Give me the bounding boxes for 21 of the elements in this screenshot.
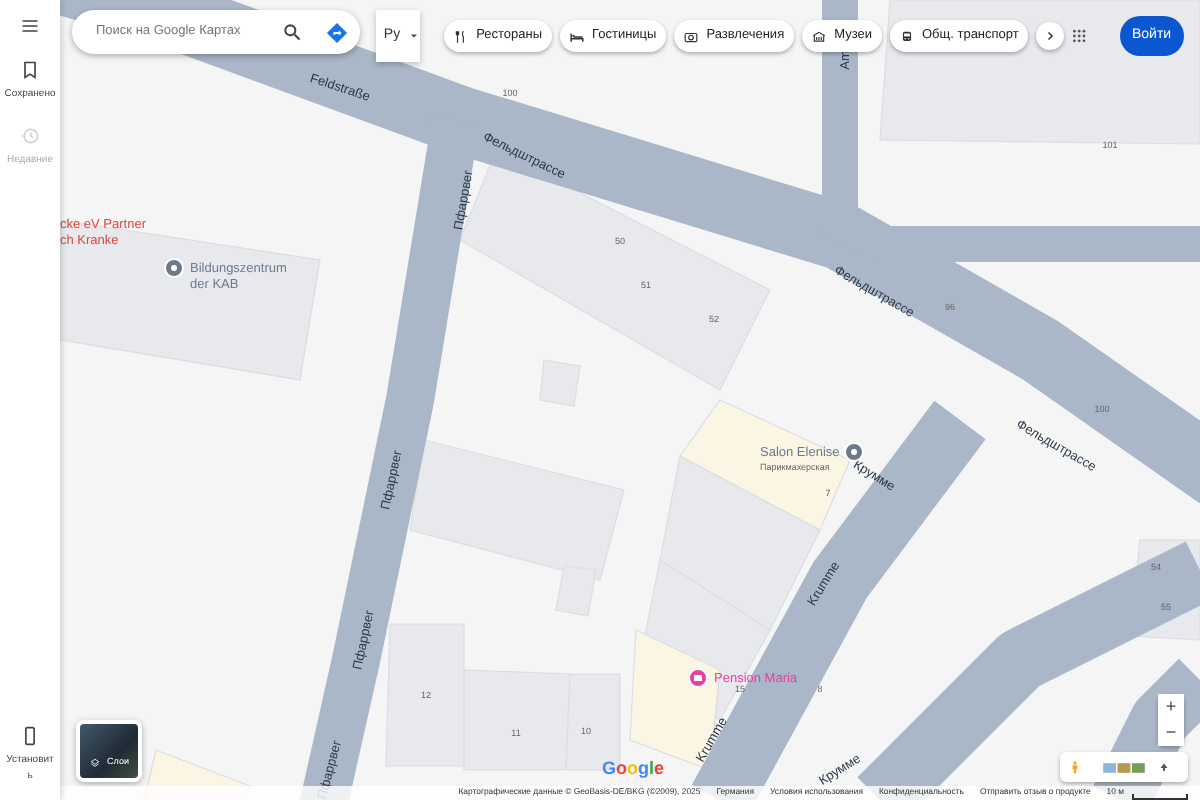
apps-grid-icon[interactable]: [1072, 28, 1088, 44]
pegman-icon: [1068, 758, 1082, 776]
caret-icon: [408, 30, 421, 42]
phone-icon: [20, 726, 40, 746]
bookmark-icon: [20, 60, 40, 80]
place-pin-icon: [844, 442, 864, 462]
building-icon: [812, 29, 827, 43]
search-icon[interactable]: [281, 22, 302, 42]
bed-icon: [570, 29, 585, 43]
camera-icon: [684, 29, 699, 43]
imagery-thumbnails-icon: [1098, 759, 1150, 775]
train-icon: [899, 29, 914, 43]
chevron-right-icon: [1044, 30, 1057, 42]
zoom-out-button[interactable]: −: [1158, 720, 1184, 746]
google-logo: Google: [602, 755, 665, 782]
zoom-in-button[interactable]: +: [1158, 694, 1184, 720]
directions-icon[interactable]: [325, 21, 348, 43]
cutlery-icon: [454, 29, 469, 43]
menu-icon[interactable]: [20, 16, 40, 36]
layers-icon: [89, 758, 100, 769]
history-icon: [20, 126, 40, 146]
